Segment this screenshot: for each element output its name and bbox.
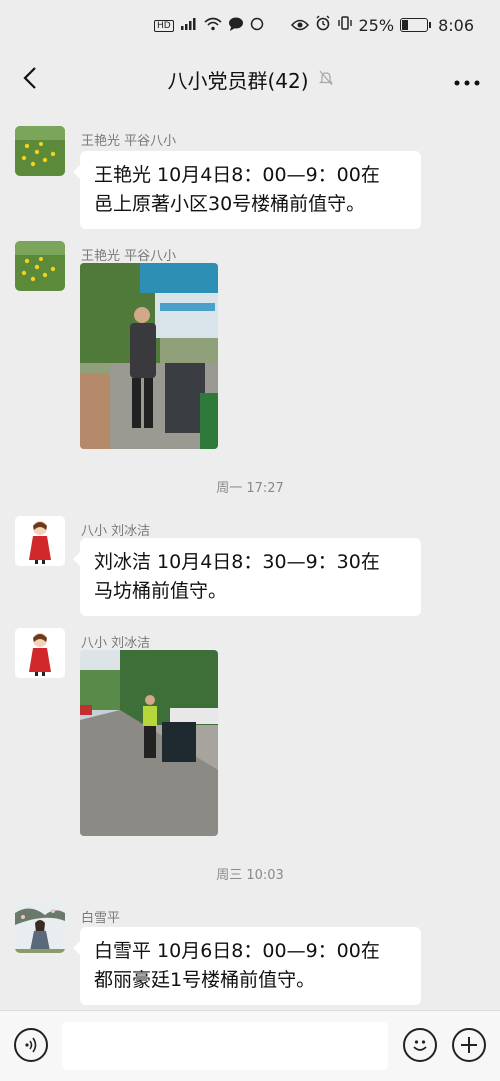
status-right: 25% 8:06: [290, 15, 474, 35]
voice-input-button[interactable]: [14, 1028, 48, 1062]
chat-notification-icon: [228, 17, 244, 34]
vibrate-icon: [337, 15, 353, 35]
message-input-bar: [0, 1010, 500, 1081]
voice-wave-icon: [25, 1037, 37, 1053]
signal-icon: [180, 17, 198, 34]
sender-name: 八小 刘冰洁: [81, 636, 151, 651]
message-bubble[interactable]: 白雪平 10月6日8：00—9：00在 都丽豪廷1号楼桶前值守。: [73, 927, 421, 1005]
more-dots-icon: [454, 80, 480, 86]
eye-icon: [290, 16, 309, 35]
timestamp: 周一 17:27: [216, 481, 284, 496]
timestamp: 周三 10:03: [216, 868, 284, 883]
more-options-button[interactable]: [454, 64, 480, 92]
more-functions-button[interactable]: [452, 1028, 486, 1062]
photo-image: [80, 650, 218, 836]
chat-title: 八小党员群(42): [167, 69, 309, 93]
sender-name: 白雪平: [81, 911, 121, 926]
message-bubble[interactable]: 刘冰洁 10月4日8：30—9：30在 马坊桶前值守。: [73, 538, 421, 616]
chat-title-wrap: 八小党员群(42): [0, 65, 500, 94]
avatar-cartoon-girl[interactable]: [15, 628, 65, 678]
photo-message-man-by-bins[interactable]: [80, 263, 218, 449]
message-text-input[interactable]: [62, 1022, 388, 1070]
plus-icon: [461, 1037, 477, 1053]
chat-header: 八小党员群(42): [0, 50, 500, 106]
message-bubble[interactable]: 王艳光 10月4日8：00—9：00在 邑上原著小区30号楼桶前值守。: [73, 151, 421, 229]
alarm-icon: [315, 15, 331, 35]
smiley-icon: [413, 1040, 427, 1051]
cartoon-girl-avatar-image: [15, 628, 65, 678]
avatar-girl-under-tree[interactable]: [15, 903, 65, 953]
hd-badge: HD: [154, 19, 174, 32]
battery-percent: 25%: [358, 15, 395, 35]
cartoon-girl-avatar-image: [15, 516, 65, 566]
girl-under-tree-avatar-image: [15, 903, 65, 953]
status-bar: HD 25% 8:06: [0, 0, 500, 50]
photo-message-woman-by-bins[interactable]: [80, 650, 218, 836]
battery-fill: [402, 20, 409, 30]
photo-image: [80, 263, 218, 449]
avatar-cartoon-girl[interactable]: [15, 516, 65, 566]
flowers-avatar-image: [15, 126, 65, 176]
circle-icon: [250, 17, 264, 34]
battery-icon: [400, 18, 432, 32]
mute-bell-icon: [318, 70, 333, 90]
sender-name: 王艳光 平谷八小: [81, 134, 177, 149]
clock: 8:06: [438, 15, 474, 35]
flowers-avatar-image: [15, 241, 65, 291]
status-left-icons: HD: [154, 17, 264, 34]
wifi-icon: [204, 17, 222, 34]
avatar-flowers[interactable]: [15, 241, 65, 291]
avatar-flowers[interactable]: [15, 126, 65, 176]
sender-name: 王艳光 平谷八小: [81, 249, 177, 264]
sender-name: 八小 刘冰洁: [81, 524, 151, 539]
emoji-button[interactable]: [403, 1028, 437, 1062]
message-list[interactable]: 王艳光 平谷八小 王艳光 10月4日8：00—9：00在 邑上原著小区30号楼桶…: [0, 106, 500, 1010]
